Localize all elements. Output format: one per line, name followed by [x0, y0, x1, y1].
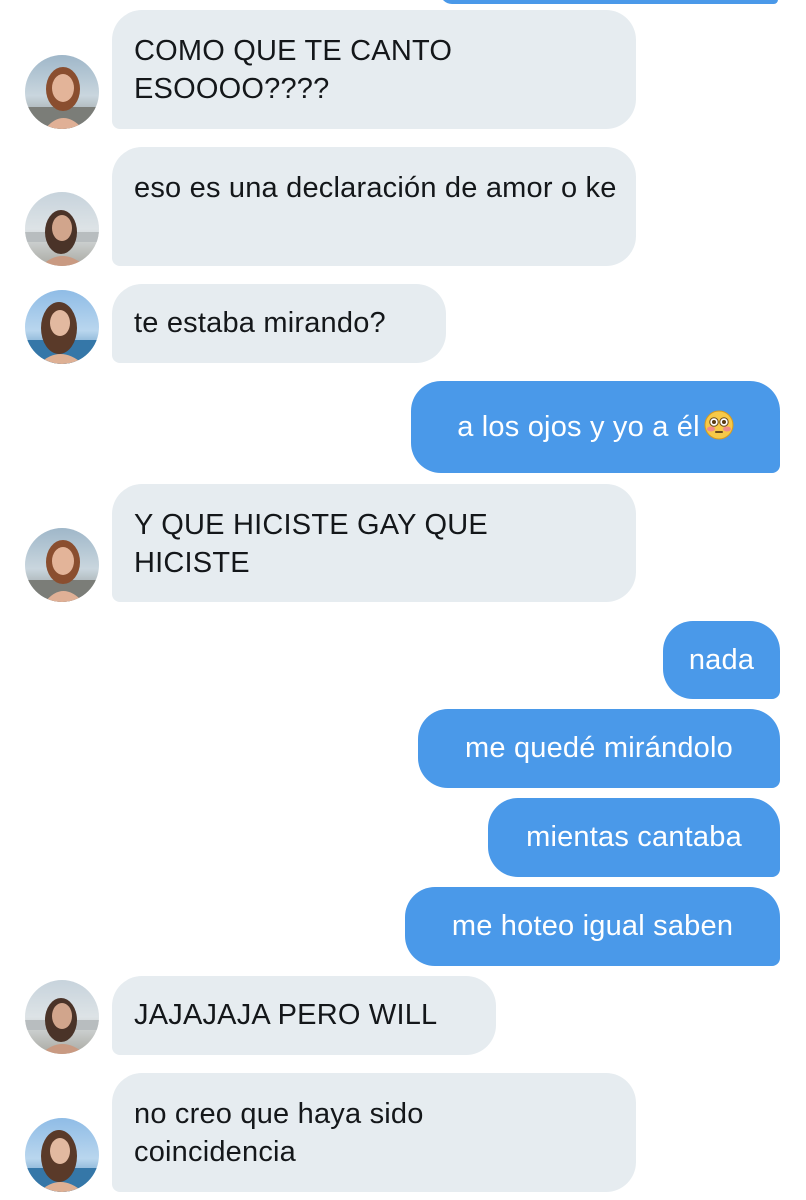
- previous-outgoing-bubble-edge: [440, 0, 778, 4]
- incoming-message-bubble[interactable]: JAJAJAJA PERO WILL: [112, 976, 496, 1055]
- incoming-message-bubble[interactable]: COMO QUE TE CANTO ESOOOO????: [112, 10, 636, 129]
- incoming-message-bubble[interactable]: no creo que haya sido coincidencia: [112, 1073, 636, 1192]
- profile-photo-avatar-c[interactable]: [25, 290, 99, 364]
- outgoing-message-bubble[interactable]: nada: [663, 621, 780, 699]
- outgoing-message-bubble[interactable]: me quedé mirándolo: [418, 709, 780, 788]
- incoming-message-bubble[interactable]: te estaba mirando?: [112, 284, 446, 363]
- message-text: COMO QUE TE CANTO ESOOOO????: [134, 35, 453, 105]
- outgoing-message-bubble[interactable]: me hoteo igual saben: [405, 887, 780, 966]
- message-text: me quedé mirándolo: [465, 732, 733, 764]
- profile-photo-avatar-a[interactable]: [25, 528, 99, 602]
- profile-photo-avatar-b[interactable]: [25, 192, 99, 266]
- message-text: Y QUE HICISTE GAY QUE HICISTE: [134, 509, 488, 579]
- message-text: no creo que haya sido coincidencia: [134, 1098, 424, 1168]
- message-text: a los ojos y yo a él: [457, 411, 700, 443]
- message-text: te estaba mirando?: [134, 307, 386, 339]
- message-text: mientas cantaba: [526, 821, 742, 853]
- profile-photo-avatar-b[interactable]: [25, 980, 99, 1054]
- incoming-message-bubble[interactable]: eso es una declaración de amor o ke: [112, 147, 636, 266]
- profile-photo-avatar-c[interactable]: [25, 1118, 99, 1192]
- message-text: me hoteo igual saben: [451, 910, 734, 942]
- flushed-face-icon: [704, 385, 734, 440]
- message-text: nada: [688, 644, 755, 676]
- outgoing-message-bubble[interactable]: mientas cantaba: [488, 798, 780, 877]
- profile-photo-avatar-a[interactable]: [25, 55, 99, 129]
- outgoing-message-bubble[interactable]: a los ojos y yo a él: [411, 381, 780, 473]
- message-text: JAJAJAJA PERO WILL: [134, 999, 438, 1031]
- incoming-message-bubble[interactable]: Y QUE HICISTE GAY QUE HICISTE: [112, 484, 636, 602]
- message-text: eso es una declaración de amor o ke: [134, 172, 617, 204]
